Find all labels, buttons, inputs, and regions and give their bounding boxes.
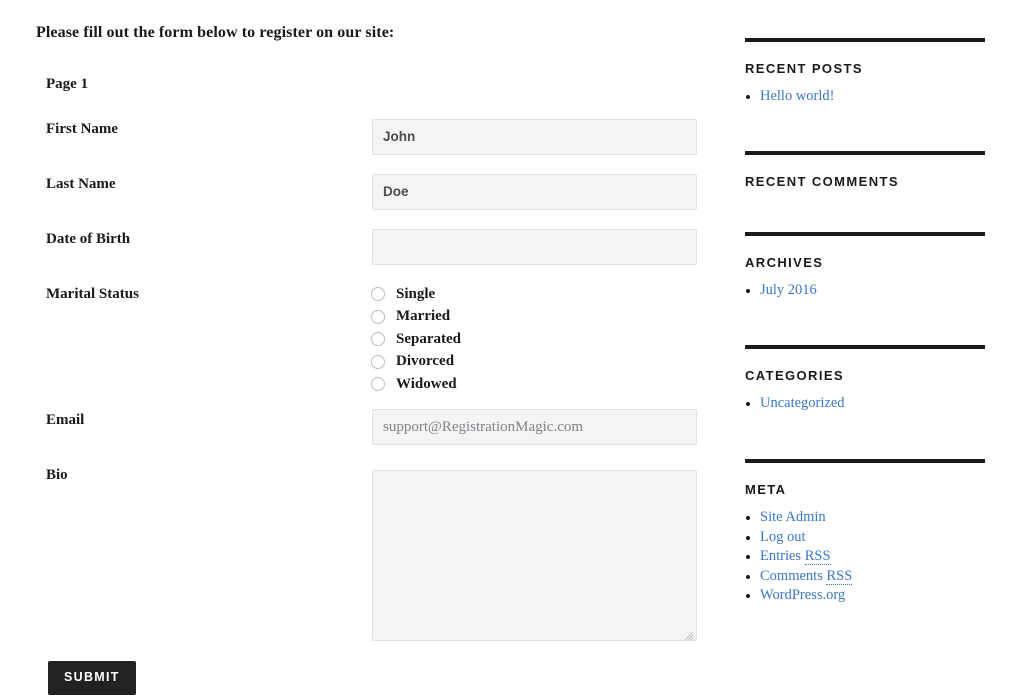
- sidebar-link[interactable]: Comments RSS: [760, 567, 853, 585]
- radio-option-label: Single: [396, 285, 436, 302]
- text-input[interactable]: Doe: [372, 174, 697, 210]
- radio-option[interactable]: Widowed: [371, 373, 461, 395]
- text-input[interactable]: [372, 229, 697, 265]
- list-item: Uncategorized: [745, 395, 985, 412]
- widget-divider: [745, 459, 985, 463]
- widget-list: July 2016: [745, 282, 985, 299]
- radio-option[interactable]: Married: [371, 306, 461, 328]
- field-label: Email: [46, 412, 85, 428]
- form-page-label: Page 1: [46, 76, 89, 92]
- form-intro-text: Please fill out the form below to regist…: [36, 24, 395, 41]
- list-item: July 2016: [745, 282, 985, 299]
- sidebar-widget: RECENT COMMENTS: [745, 151, 985, 189]
- sidebar-link[interactable]: WordPress.org: [760, 587, 845, 603]
- field-label: Last Name: [46, 176, 116, 192]
- list-item: WordPress.org: [745, 587, 985, 604]
- widget-list: Site Admin Log out Entries RSS Comments RSS…: [745, 509, 985, 604]
- sidebar-link[interactable]: Uncategorized: [760, 395, 845, 411]
- sidebar-link[interactable]: July 2016: [760, 282, 817, 298]
- bio-textarea[interactable]: [372, 470, 697, 641]
- field-label: First Name: [46, 121, 119, 137]
- input-value: Doe: [383, 184, 409, 199]
- input-wrapper: Doe: [372, 174, 697, 210]
- radio-button-icon[interactable]: [371, 287, 385, 301]
- radio-button-icon[interactable]: [371, 377, 385, 391]
- list-item: Hello world!: [745, 88, 985, 105]
- widget-divider: [745, 232, 985, 236]
- radio-option[interactable]: Divorced: [371, 351, 461, 373]
- sidebar-link[interactable]: Site Admin: [760, 509, 826, 525]
- input-wrapper: [372, 229, 697, 265]
- abbreviation: RSS: [826, 567, 853, 585]
- widget-title: META: [745, 482, 787, 497]
- list-item: Entries RSS: [745, 548, 985, 565]
- text-input[interactable]: John: [372, 119, 697, 155]
- widget-title: RECENT POSTS: [745, 61, 863, 76]
- radio-option-label: Widowed: [396, 375, 457, 392]
- radio-option[interactable]: Separated: [371, 328, 461, 350]
- sidebar-link[interactable]: Hello world!: [760, 88, 835, 104]
- input-value: John: [383, 129, 416, 144]
- list-item: Log out: [745, 529, 985, 546]
- radio-group-marital-status[interactable]: Single Married Separated Divorced Widowed: [371, 283, 461, 396]
- field-label: Marital Status: [46, 286, 139, 302]
- textarea-wrapper: [372, 470, 697, 641]
- field-label: Date of Birth: [46, 231, 131, 247]
- abbreviation: RSS: [804, 548, 831, 565]
- sidebar-widget: META Site Admin Log out Entries RSS Comments…: [745, 459, 985, 607]
- radio-option-label: Divorced: [396, 353, 455, 369]
- widget-divider: [745, 38, 985, 42]
- input-placeholder: support@RegistrationMagic.com: [383, 419, 584, 435]
- widget-divider: [745, 151, 985, 155]
- widget-title: CATEGORIES: [745, 368, 844, 383]
- main-content-column: Please fill out the form below to regist…: [0, 0, 720, 699]
- list-item: Comments RSS: [745, 567, 985, 585]
- sidebar-link[interactable]: Entries RSS: [760, 548, 831, 565]
- radio-button-icon[interactable]: [371, 309, 385, 324]
- radio-option-label: Married: [396, 308, 451, 324]
- input-wrapper: John: [372, 119, 697, 155]
- resize-handle-icon[interactable]: [684, 628, 694, 641]
- sidebar-widget: ARCHIVES July 2016: [745, 232, 985, 302]
- sidebar-widget: RECENT POSTS Hello world!: [745, 38, 985, 108]
- text-input[interactable]: support@RegistrationMagic.com: [372, 409, 697, 445]
- input-wrapper: support@RegistrationMagic.com: [372, 409, 697, 445]
- widget-list: Uncategorized: [745, 395, 985, 412]
- radio-button-icon[interactable]: [371, 354, 385, 369]
- submit-button[interactable]: SUBMIT: [48, 661, 136, 695]
- field-label: Bio: [46, 467, 68, 483]
- radio-option-label: Separated: [396, 330, 461, 347]
- widget-list: Hello world!: [745, 88, 985, 105]
- radio-button-icon[interactable]: [371, 332, 385, 346]
- widget-title: ARCHIVES: [745, 255, 824, 270]
- radio-option[interactable]: Single: [371, 283, 461, 305]
- sidebar-widget: CATEGORIES Uncategorized: [745, 345, 985, 415]
- widget-divider: [745, 345, 985, 349]
- list-item: Site Admin: [745, 509, 985, 526]
- sidebar-link[interactable]: Log out: [760, 529, 806, 545]
- widget-title: RECENT COMMENTS: [745, 174, 899, 189]
